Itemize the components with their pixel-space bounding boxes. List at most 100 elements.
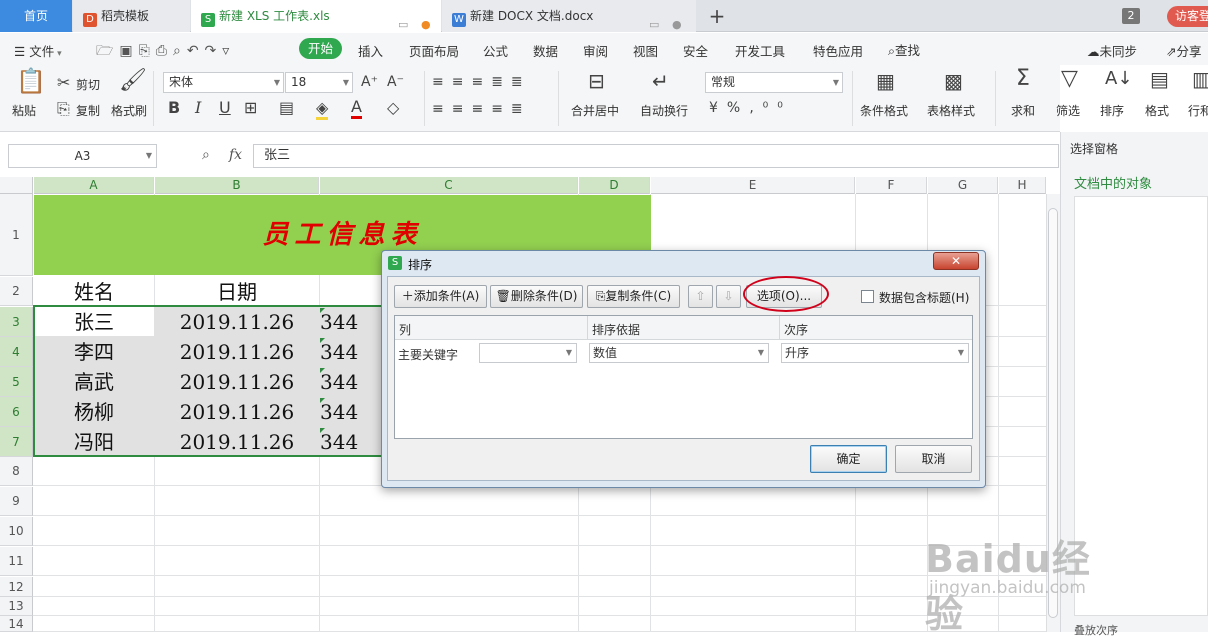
- column-header[interactable]: D: [579, 177, 650, 194]
- sort-basis-select[interactable]: 数值 ▼: [589, 343, 769, 363]
- copy-button[interactable]: 复制: [76, 102, 100, 119]
- move-up-button[interactable]: ⇧: [688, 285, 713, 308]
- share-button[interactable]: ⇗分享: [1166, 41, 1202, 60]
- wrap-text-icon[interactable]: ↵: [652, 71, 669, 91]
- format-painter-button[interactable]: 格式刷: [111, 102, 147, 119]
- horizontal-align-icons[interactable]: ≡≡≡≡≣: [432, 100, 531, 118]
- column-header[interactable]: E: [651, 177, 855, 194]
- font-color-icon[interactable]: A: [351, 98, 362, 119]
- sort-order-select[interactable]: 升序 ▼: [781, 343, 969, 363]
- visitor-login-button[interactable]: 访客登: [1167, 6, 1208, 27]
- row-col-button[interactable]: 行和: [1188, 102, 1208, 119]
- menu-security[interactable]: 安全: [683, 41, 708, 60]
- delete-condition-button[interactable]: 🗑删除条件(D): [490, 285, 583, 308]
- row-header[interactable]: 14: [0, 616, 33, 632]
- filter-icon[interactable]: ▽: [1061, 68, 1078, 90]
- column-header[interactable]: B: [155, 177, 319, 194]
- row-header[interactable]: 4: [0, 337, 33, 367]
- bold-icon[interactable]: B: [168, 99, 180, 117]
- add-condition-button[interactable]: ＋添加条件(A): [394, 285, 487, 308]
- wrap-text-button[interactable]: 自动换行: [640, 102, 688, 119]
- header-name[interactable]: 姓名: [34, 277, 154, 307]
- table-style-button[interactable]: 表格样式: [927, 102, 975, 119]
- row-header[interactable]: 7: [0, 427, 33, 457]
- menu-data[interactable]: 数据: [533, 41, 558, 60]
- filter-button[interactable]: 筛选: [1056, 102, 1080, 119]
- number-format-icons[interactable]: ¥%‚⁰⁰: [709, 99, 792, 117]
- menu-insert[interactable]: 插入: [358, 41, 383, 60]
- header-date[interactable]: 日期: [155, 277, 319, 307]
- new-tab-button[interactable]: +: [706, 2, 728, 30]
- window-icon[interactable]: ▭: [649, 9, 659, 32]
- cell-style-icon[interactable]: ▤: [279, 99, 294, 117]
- column-select[interactable]: ▼: [479, 343, 577, 363]
- dialog-titlebar[interactable]: S 排序 ✕: [384, 252, 983, 274]
- sum-button[interactable]: 求和: [1011, 102, 1035, 119]
- copy-icon[interactable]: ⎘: [57, 100, 70, 118]
- underline-icon[interactable]: U: [219, 99, 231, 117]
- format-button[interactable]: 格式: [1145, 102, 1169, 119]
- zoom-formula-icon[interactable]: ⌕: [202, 147, 210, 163]
- row-header[interactable]: 13: [0, 597, 33, 616]
- paste-button[interactable]: 粘贴: [12, 102, 36, 119]
- menu-page-layout[interactable]: 页面布局: [409, 41, 459, 60]
- close-dot-icon[interactable]: ●: [672, 9, 682, 32]
- menu-special[interactable]: 特色应用: [813, 41, 863, 60]
- row-header[interactable]: 1: [0, 194, 33, 276]
- table-style-icon[interactable]: ▩: [944, 71, 963, 91]
- window-icon[interactable]: ▭: [398, 9, 408, 32]
- cancel-button[interactable]: 取消: [895, 445, 972, 473]
- italic-icon[interactable]: I: [195, 99, 201, 117]
- sync-status[interactable]: ☁未同步: [1087, 41, 1137, 60]
- copy-condition-button[interactable]: ⎘复制条件(C): [587, 285, 680, 308]
- font-family-select[interactable]: 宋体 ▼: [163, 72, 284, 93]
- column-header[interactable]: A: [34, 177, 154, 194]
- vertical-align-icons[interactable]: ≡≡≡≣≣: [432, 73, 531, 91]
- format-painter-icon[interactable]: 🖌: [119, 70, 147, 92]
- tab-docx-file[interactable]: W 新建 DOCX 文档.docx ▭ ●: [442, 0, 696, 32]
- fx-button[interactable]: fx: [229, 147, 242, 163]
- row-header[interactable]: 10: [0, 517, 33, 546]
- clear-icon[interactable]: ◇: [387, 99, 399, 117]
- conditional-format-button[interactable]: 条件格式: [860, 102, 908, 119]
- row-header[interactable]: 8: [0, 457, 33, 486]
- cut-button[interactable]: 剪切: [76, 76, 100, 93]
- increase-font-icon[interactable]: A⁺: [361, 73, 378, 91]
- menu-search[interactable]: ⌕查找: [888, 40, 920, 59]
- name-box[interactable]: A3 ▼: [8, 144, 157, 168]
- ok-button[interactable]: 确定: [810, 445, 887, 473]
- has-header-checkbox[interactable]: [861, 290, 874, 303]
- row-header[interactable]: 3: [0, 307, 33, 337]
- file-menu[interactable]: ☰ 文件 ▾: [14, 41, 62, 60]
- number-format-select[interactable]: 常规 ▼: [705, 72, 843, 93]
- merge-center-icon[interactable]: ⊟: [588, 71, 605, 91]
- row-header[interactable]: 2: [0, 277, 33, 306]
- decrease-font-icon[interactable]: A⁻: [387, 73, 404, 91]
- menu-review[interactable]: 审阅: [583, 41, 608, 60]
- format-icon[interactable]: ▤: [1150, 69, 1169, 89]
- sort-icon[interactable]: A↓: [1105, 70, 1132, 88]
- merge-center-button[interactable]: 合并居中: [571, 102, 619, 119]
- tab-home[interactable]: 首页: [0, 0, 72, 32]
- paste-icon[interactable]: 📋: [16, 69, 46, 93]
- select-all-corner[interactable]: [0, 177, 33, 194]
- menu-view[interactable]: 视图: [633, 41, 658, 60]
- row-header[interactable]: 11: [0, 547, 33, 576]
- tab-template[interactable]: D 稻壳模板: [73, 0, 190, 32]
- formula-input[interactable]: 张三: [253, 144, 1059, 168]
- sum-icon[interactable]: Σ: [1016, 68, 1030, 90]
- conditional-format-icon[interactable]: ▦: [876, 71, 895, 91]
- tab-xls-file[interactable]: S 新建 XLS 工作表.xls ▭ ●: [191, 0, 441, 32]
- row-header[interactable]: 6: [0, 397, 33, 427]
- column-header[interactable]: G: [928, 177, 998, 194]
- window-count-badge[interactable]: 2: [1122, 8, 1140, 24]
- fill-color-icon[interactable]: ◈: [316, 99, 329, 120]
- column-header[interactable]: H: [999, 177, 1046, 194]
- menu-developer[interactable]: 开发工具: [735, 41, 785, 60]
- font-size-select[interactable]: 18 ▼: [285, 72, 353, 93]
- row-col-icon[interactable]: ▥: [1192, 69, 1208, 89]
- column-header[interactable]: F: [856, 177, 927, 194]
- menu-start[interactable]: 开始: [299, 38, 342, 59]
- move-down-button[interactable]: ⇩: [716, 285, 741, 308]
- column-header[interactable]: C: [320, 177, 578, 194]
